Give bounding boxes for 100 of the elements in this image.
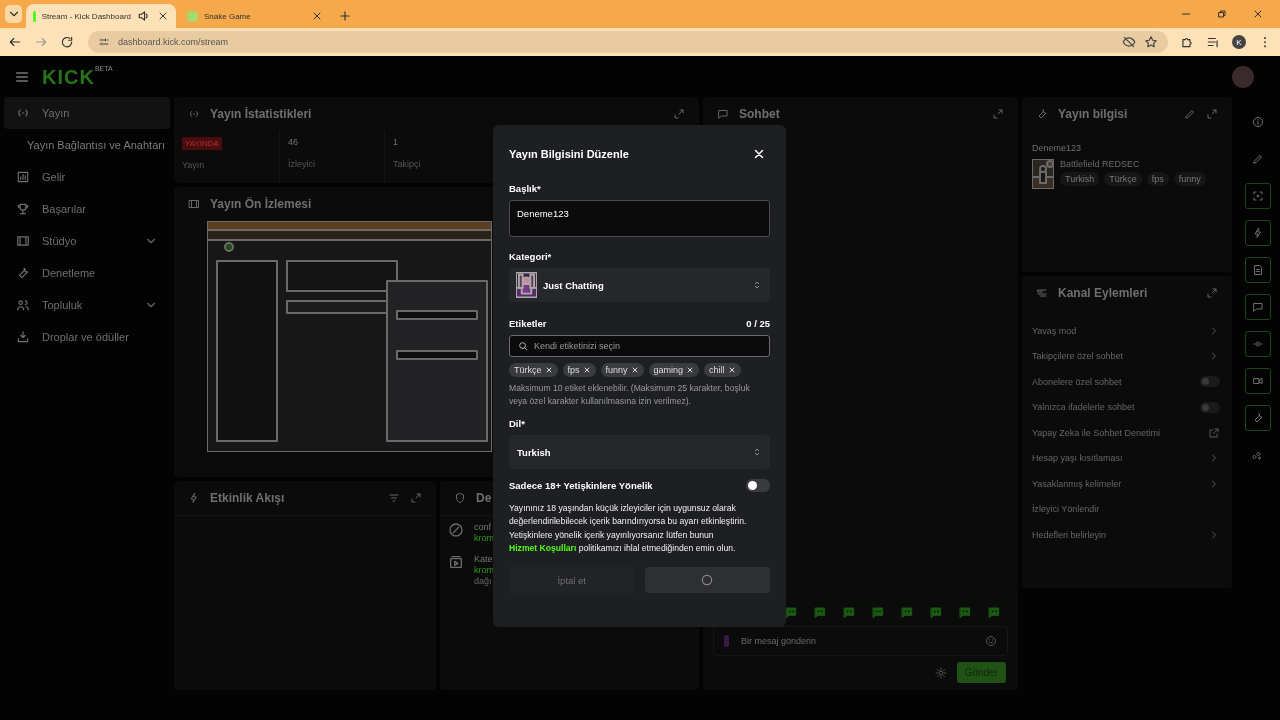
tag: funny (1173, 172, 1206, 186)
event-detail: dağı (474, 576, 493, 587)
site-settings-icon[interactable] (98, 36, 110, 48)
updown-icon (752, 447, 762, 457)
forward-icon[interactable] (34, 35, 48, 49)
action-row[interactable]: Abonelere özel sohbet (1022, 369, 1232, 395)
toggle-switch[interactable] (1200, 401, 1220, 413)
pencil-icon[interactable] (1184, 108, 1196, 120)
bolt-icon[interactable] (1245, 220, 1271, 246)
tag-chip[interactable]: gaming (648, 363, 700, 377)
split-icon[interactable] (1245, 331, 1271, 357)
address-bar[interactable]: dashboard.kick.com/stream (88, 31, 1168, 53)
menu-icon[interactable] (14, 69, 30, 85)
video-icon (448, 554, 464, 570)
sidebar-item[interactable]: Yayın (4, 97, 170, 129)
action-row[interactable]: Yavaş mod (1022, 318, 1232, 344)
action-row[interactable]: Hesap yaşı kısıtlaması (1022, 445, 1232, 471)
film-icon (188, 198, 200, 210)
stat-value: 46 (288, 137, 299, 149)
terms-link[interactable]: Hizmet Koşulları (509, 542, 577, 553)
settings-icon[interactable] (934, 666, 947, 679)
language-select[interactable]: Turkish (509, 435, 770, 469)
tag-chip[interactable]: chill (704, 363, 741, 377)
emote-icon[interactable] (899, 604, 915, 620)
emote-icon[interactable] (928, 604, 944, 620)
close-icon[interactable] (1252, 8, 1264, 20)
tab-title: Stream - Kick Dashboard (41, 11, 131, 21)
profile-button[interactable]: K (1232, 35, 1246, 49)
tag-chip[interactable]: Türkçe (509, 363, 558, 377)
extensions-icon[interactable] (1180, 35, 1194, 49)
sidebar-item[interactable]: Başarılar (4, 193, 170, 225)
tag: Turkish (1060, 172, 1100, 186)
sidebar-item[interactable]: Yayın Bağlantısı ve Anahtarı (4, 129, 170, 161)
action-row[interactable]: İzleyici Yönlendir (1022, 496, 1232, 522)
emote-icon[interactable] (870, 604, 886, 620)
sidebar-item[interactable]: Stüdyo (4, 225, 170, 257)
emote-icon[interactable] (841, 604, 857, 620)
emote-icon[interactable] (812, 604, 828, 620)
action-row[interactable]: Hedefleri belirleyin (1022, 522, 1232, 548)
emote-icon[interactable] (783, 604, 799, 620)
expand-icon[interactable] (410, 492, 422, 504)
smile-icon[interactable] (985, 635, 997, 647)
reload-icon[interactable] (60, 35, 74, 49)
game-favicon-icon (187, 10, 198, 22)
close-icon[interactable] (582, 366, 591, 374)
document-icon[interactable] (1245, 257, 1271, 283)
external-link-icon (1208, 426, 1220, 439)
sidebar-item[interactable]: Topluluk (4, 289, 170, 321)
logo[interactable]: KICK (42, 65, 95, 89)
camera-icon[interactable] (1245, 368, 1271, 394)
restore-icon[interactable] (1216, 8, 1228, 20)
expand-icon[interactable] (673, 108, 685, 120)
updown-icon (752, 280, 762, 290)
action-row[interactable]: Yapay Zeka ile Sohbet Denetimi (1022, 420, 1232, 446)
expand-icon[interactable] (992, 108, 1004, 120)
live-badge: YAYINDA (182, 137, 222, 150)
close-icon[interactable] (686, 366, 695, 374)
panel-title: De (476, 491, 492, 505)
close-icon[interactable] (157, 10, 169, 22)
speaker-icon[interactable] (137, 9, 151, 23)
emote-icon[interactable] (957, 604, 973, 620)
close-icon[interactable] (630, 366, 639, 374)
star-icon[interactable] (1144, 35, 1158, 49)
field-label: Kategori* (509, 251, 553, 262)
sidebar-item[interactable]: Gelir (4, 161, 170, 193)
scan-icon[interactable] (1245, 183, 1271, 209)
media-icon[interactable] (1206, 35, 1220, 49)
action-row[interactable]: Yasaklanmış kelimeler (1022, 471, 1232, 497)
toggle-switch[interactable] (1200, 376, 1220, 388)
eye-off-icon[interactable] (1122, 35, 1136, 49)
browser-tab[interactable]: Snake Game (180, 4, 330, 28)
event-user: krom (474, 565, 494, 576)
tab-search-button[interactable] (5, 5, 22, 23)
close-icon[interactable] (727, 366, 736, 374)
tag-chip[interactable]: funny (600, 363, 644, 377)
panel-title: Yayın bilgisi (1058, 107, 1128, 121)
action-row[interactable]: Takipçilere özel sohbet (1022, 343, 1232, 369)
chat-icon[interactable] (1245, 294, 1271, 320)
back-icon[interactable] (8, 35, 22, 49)
spinner-icon (700, 573, 715, 588)
sidebar-item[interactable]: Denetleme (4, 257, 170, 289)
plus-icon[interactable] (338, 9, 352, 23)
close-icon[interactable] (752, 147, 766, 161)
toggle-switch[interactable] (746, 479, 770, 492)
tag-counter: 0 / 25 (746, 318, 770, 329)
tag-search-field[interactable]: Kendi etiketinizi seçin (509, 335, 770, 357)
tag-chip[interactable]: fps (562, 363, 596, 377)
stat-label: İzleyici (288, 159, 316, 169)
expand-icon[interactable] (1206, 287, 1218, 299)
browser-tab[interactable]: Stream - Kick Dashboard (26, 4, 176, 28)
close-icon[interactable] (311, 10, 323, 22)
expand-icon[interactable] (1206, 108, 1218, 120)
close-icon[interactable] (544, 366, 553, 374)
action-row[interactable]: Yalnızca ifadelerle sohbet (1022, 394, 1232, 420)
category-select[interactable]: Just Chatting (509, 268, 770, 302)
sidebar-item[interactable]: Droplar ve ödüller (4, 321, 170, 353)
people-icon (16, 298, 30, 312)
emote-icon[interactable] (986, 604, 1002, 620)
toggle-label: Sadece 18+ Yetişkinlere Yönelik (509, 480, 653, 491)
title-field[interactable]: Deneme123 (509, 200, 770, 237)
